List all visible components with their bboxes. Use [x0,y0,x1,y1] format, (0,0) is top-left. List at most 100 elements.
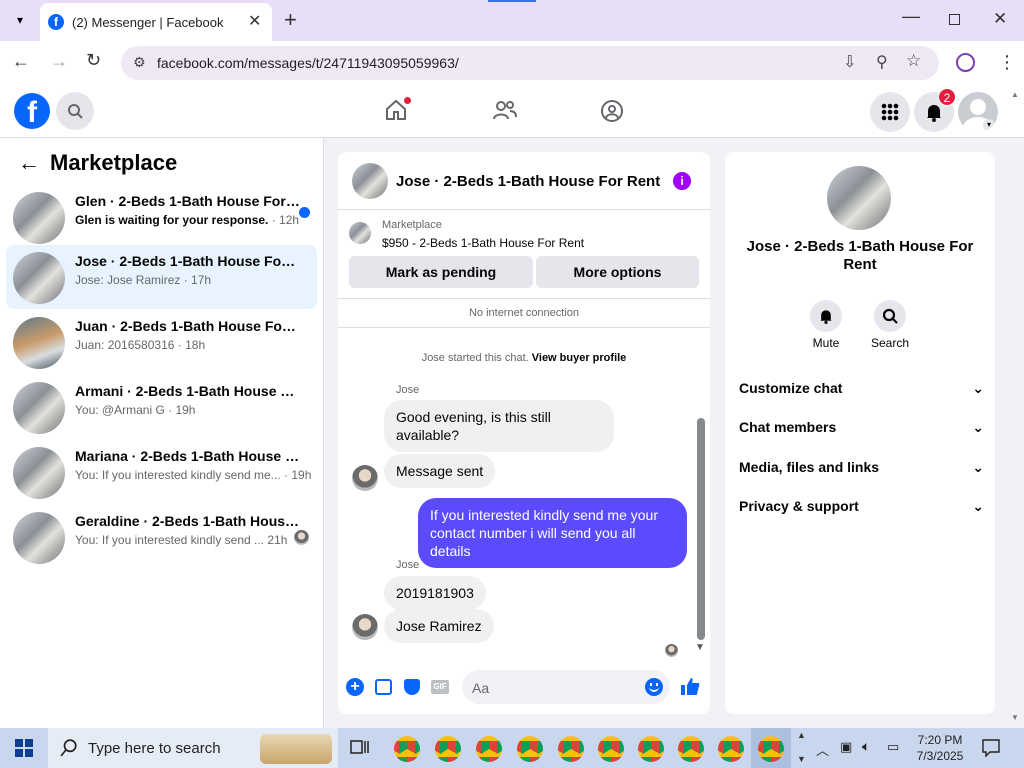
chrome-app-icon[interactable] [517,736,543,762]
scroll-down-icon[interactable]: ▼ [695,642,705,653]
install-app-icon[interactable]: ⇩ [843,52,856,72]
chrome-app-icon[interactable] [678,736,704,762]
media-files-links-section[interactable]: Media, files and links ⌄ [739,455,984,479]
conversation-item[interactable]: Armani · 2-Beds 1-Bath House For ... You… [6,375,317,439]
message-sender: Jose [396,559,420,571]
taskbar-search-box[interactable]: Type here to search [48,728,338,768]
chat-started-note: Jose started this chat. View buyer profi… [421,352,627,364]
address-bar[interactable]: ⚙ facebook.com/messages/t/24711943095059… [121,46,939,80]
read-receipt-avatar [294,530,309,545]
conversation-item[interactable]: Mariana · 2-Beds 1-Bath House For... You… [6,440,317,504]
details-panel: Jose · 2-Beds 1-Bath House For Rent Mute… [725,152,995,714]
message-bubble: Good evening, is this still available? [384,400,614,452]
conversation-item-active[interactable]: Jose · 2-Beds 1-Bath House For Rent Jose… [6,245,317,309]
zoom-icon[interactable]: ⚲ [876,52,888,72]
tab-list-chevron-icon[interactable]: ▾ [8,8,32,32]
sticker-icon[interactable] [404,679,420,695]
facebook-favicon-icon: f [48,14,64,30]
back-icon[interactable]: ← [12,51,30,72]
url-text[interactable]: facebook.com/messages/t/2471194309505996… [157,55,459,71]
facebook-logo-icon[interactable]: f [14,93,50,129]
conversation-item[interactable]: Geraldine · 2-Beds 1-Bath House... You: … [6,505,317,569]
tab-close-icon[interactable]: ✕ [248,11,261,31]
meet-icon[interactable]: ▣ [840,739,852,755]
notification-center-icon[interactable] [982,739,1000,757]
conversations-panel: ← Marketplace Glen · 2-Beds 1-Bath House… [0,138,324,728]
menu-button[interactable] [870,92,910,132]
chat-listing-avatar[interactable] [352,163,388,199]
account-avatar[interactable]: ▾ [958,92,998,132]
photo-icon[interactable] [375,679,392,695]
chrome-app-icon[interactable] [558,736,584,762]
browser-tab-bar: ▾ f (2) Messenger | Facebook ✕ + — ✕ [0,0,1024,41]
profile-icon[interactable] [956,53,975,72]
search-button[interactable] [56,92,94,130]
network-icon[interactable]: ▭ [887,739,899,755]
facebook-header: f 2 ▾ [0,86,1024,138]
mute-button[interactable] [810,300,842,332]
add-icon[interactable]: + [346,678,364,696]
minimize-icon[interactable]: — [902,6,920,27]
connection-notice: No internet connection [338,298,710,328]
message-input[interactable]: Aa [462,670,670,704]
clock-date: 7/3/2025 [916,749,964,763]
conversation-preview: You: @Armani G · 19h [75,403,196,417]
tray-chevron-icon[interactable]: ︿ [816,740,829,759]
chat-scrollbar[interactable] [697,418,705,640]
reload-icon[interactable]: ↻ [86,50,101,71]
groups-nav[interactable] [600,99,624,128]
conversation-preview: Glen is waiting for your response. · 12h [75,213,300,227]
listing-avatar[interactable] [827,166,891,230]
groups-icon [601,100,623,122]
chrome-app-icon[interactable] [758,736,784,762]
gif-icon[interactable]: GIF [431,680,449,694]
browser-menu-icon[interactable]: ⋮ [998,52,1016,73]
back-arrow-icon[interactable]: ← [18,150,40,176]
emoji-icon[interactable] [645,678,663,696]
conversation-item[interactable]: Glen · 2-Beds 1-Bath House For R... Glen… [6,185,317,249]
taskbar-scroll-down-icon[interactable]: ▼ [797,754,806,764]
tab-messenger[interactable]: f (2) Messenger | Facebook ✕ [40,3,272,41]
restore-icon[interactable] [949,14,960,25]
conversation-title: Armani · 2-Beds 1-Bath House For ... [75,383,300,399]
chrome-app-icon[interactable] [598,736,624,762]
page-scroll-down-icon[interactable]: ▼ [1011,713,1019,722]
windows-start-icon[interactable] [15,739,33,757]
forward-icon[interactable]: → [50,51,68,72]
window-close-icon[interactable]: ✕ [993,9,1007,29]
page-scroll-up-icon[interactable]: ▲ [1011,90,1019,99]
new-tab-icon[interactable]: + [284,7,297,33]
mark-as-pending-button[interactable]: Mark as pending [349,256,533,288]
privacy-support-section[interactable]: Privacy & support ⌄ [739,494,984,518]
search-icon [68,104,83,119]
windows-taskbar: Type here to search ▲ ▼ ︿ ▣ 🔈︎ ▭ 7:20 PM… [0,728,1024,768]
chat-panel: Jose · 2-Beds 1-Bath House For Rent i Ma… [338,152,710,714]
friends-nav[interactable] [492,98,518,127]
chrome-app-icon[interactable] [718,736,744,762]
chat-members-section[interactable]: Chat members ⌄ [739,415,984,439]
chevron-down-icon: ⌄ [972,458,984,475]
info-icon[interactable]: i [673,172,691,190]
chrome-app-icon[interactable] [476,736,502,762]
site-settings-icon[interactable]: ⚙ [133,54,146,71]
chrome-app-icon[interactable] [638,736,664,762]
task-view-icon[interactable] [350,738,370,758]
home-nav[interactable] [384,97,411,127]
notifications-button[interactable]: 2 [914,88,956,132]
taskbar-clock[interactable]: 7:20 PM 7/3/2025 [905,732,975,764]
search-label: Search [870,336,910,350]
volume-icon[interactable]: 🔈︎ [862,738,870,755]
chat-title[interactable]: Jose · 2-Beds 1-Bath House For Rent [396,173,660,190]
chrome-app-icon[interactable] [394,736,420,762]
thumbs-up-icon[interactable] [680,676,700,696]
customize-chat-section[interactable]: Customize chat ⌄ [739,376,984,400]
listing-details[interactable]: $950 - 2-Beds 1-Bath House For Rent [382,236,584,250]
conversation-item[interactable]: Juan · 2-Beds 1-Bath House For Rent Juan… [6,310,317,374]
bookmark-star-icon[interactable]: ☆ [906,51,921,71]
listing-thumbnail [13,447,65,499]
more-options-button[interactable]: More options [536,256,699,288]
chrome-app-icon[interactable] [435,736,461,762]
taskbar-scroll-up-icon[interactable]: ▲ [797,730,806,740]
view-buyer-profile-link[interactable]: View buyer profile [532,352,627,364]
search-conversation-button[interactable] [874,300,906,332]
